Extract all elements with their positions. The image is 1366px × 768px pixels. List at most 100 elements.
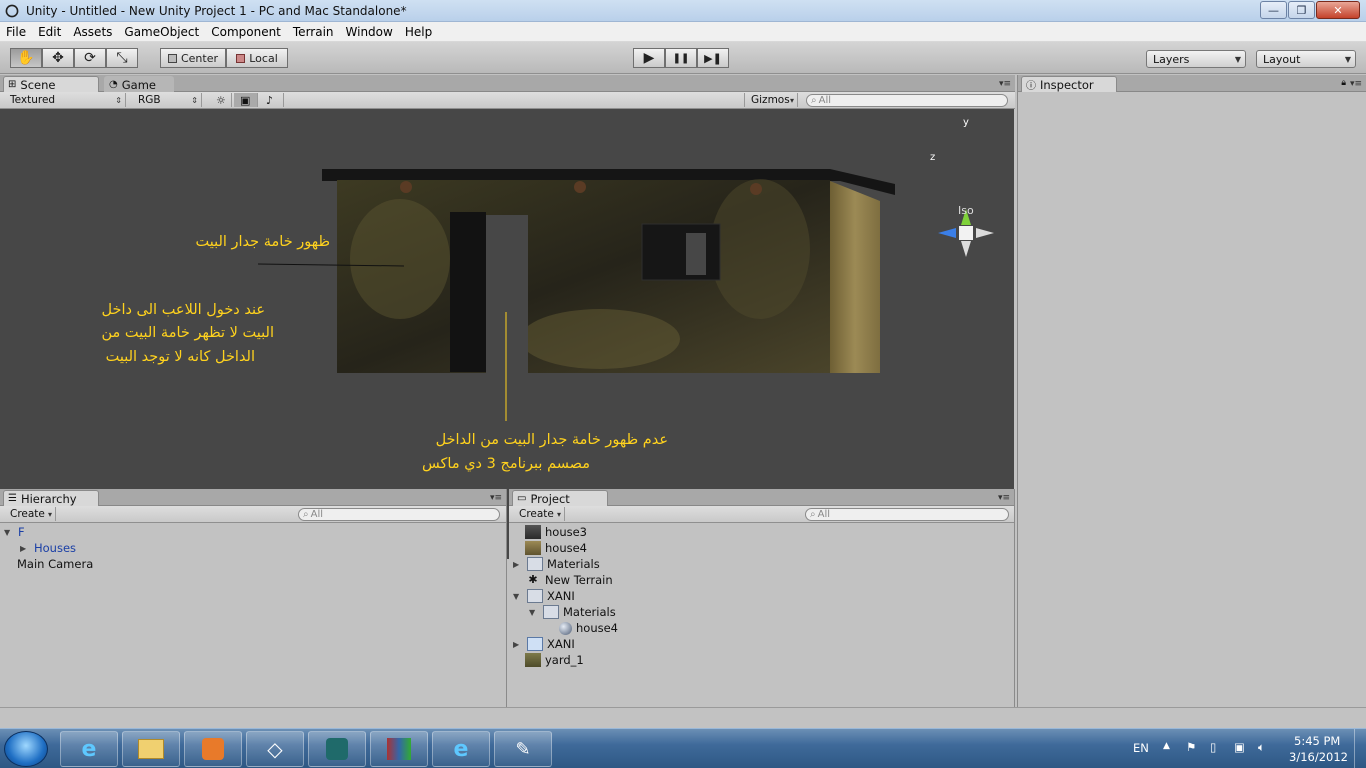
maximize-button[interactable]: ❐ (1288, 1, 1315, 19)
project-item[interactable]: ▼ XANI (513, 588, 575, 604)
wall-mark (750, 183, 762, 195)
close-button[interactable]: ✕ (1316, 1, 1360, 19)
tab-scene[interactable]: ⊞ Scene (3, 76, 99, 92)
project-item[interactable]: house3 (525, 524, 587, 540)
tab-game[interactable]: ◔ Game (104, 76, 174, 92)
render-mode-value: Textured (10, 94, 56, 106)
project-item-label: yard_1 (545, 653, 584, 667)
render-mode-dropdown[interactable]: Textured ⇕ (4, 93, 126, 107)
start-button[interactable] (4, 731, 48, 767)
taskbar-3dsmax-button[interactable] (308, 731, 366, 767)
layers-dropdown[interactable]: Layers ▼ (1146, 50, 1246, 68)
hierarchy-search-input[interactable]: ⌕ All (298, 508, 500, 521)
taskbar-ie-button[interactable]: e (60, 731, 118, 767)
hierarchy-create-dropdown[interactable]: Create ▾ (4, 507, 56, 521)
move-tool-button[interactable]: ✥ (42, 48, 74, 68)
winrar-icon (387, 738, 411, 760)
taskbar-media-button[interactable] (184, 731, 242, 767)
lock-icon[interactable]: 🔒︎ (1341, 78, 1346, 88)
clock-time[interactable]: 5:45 PM (1294, 734, 1340, 748)
scene-control-bar: Textured ⇕ RGB ⇕ ☼ ▣ ♪ Gizmos ▾ ⌕ All (0, 92, 1015, 109)
expanded-triangle-icon[interactable]: ▼ (529, 608, 539, 617)
menu-gameobject[interactable]: GameObject (118, 25, 205, 39)
project-item[interactable]: house4 (525, 540, 587, 556)
chevron-down-icon: ▾ (556, 509, 561, 519)
gizmo-z-label: z (930, 152, 936, 163)
menu-assets[interactable]: Assets (67, 25, 118, 39)
hand-icon: ✋ (17, 50, 35, 66)
hand-tool-button[interactable]: ✋ (10, 48, 42, 68)
project-item[interactable]: ▼ Materials (529, 604, 616, 620)
pivot-local-toggle[interactable]: Local (226, 48, 288, 68)
step-button[interactable]: ▶❚ (697, 48, 729, 68)
play-button[interactable]: ▶ (633, 48, 665, 68)
menu-window[interactable]: Window (340, 25, 399, 39)
project-item[interactable]: ✱ New Terrain (525, 572, 612, 588)
volume-icon[interactable]: 🔈︎ (1258, 740, 1265, 755)
tab-hierarchy[interactable]: ☰ Hierarchy (3, 490, 99, 506)
menu-edit[interactable]: Edit (32, 25, 67, 39)
local-label: Local (249, 51, 278, 65)
tree-item[interactable]: ▶ Houses (20, 540, 76, 556)
project-search-input[interactable]: ⌕ All (805, 508, 1009, 521)
device-icon[interactable]: ▯ (1210, 740, 1216, 754)
color-mode-dropdown[interactable]: RGB ⇕ (132, 93, 202, 107)
panel-menu-icon[interactable]: ▾≡ (998, 493, 1010, 503)
clock-date[interactable]: 3/16/2012 (1289, 750, 1348, 764)
project-item[interactable]: ▶ XANI (513, 636, 575, 652)
project-create-dropdown[interactable]: Create ▾ (513, 507, 565, 521)
taskbar-explorer-button[interactable] (122, 731, 180, 767)
tab-project[interactable]: ▭ Project (512, 490, 608, 506)
taskbar-winrar-button[interactable] (370, 731, 428, 767)
scene-tab-icon: ⊞ (8, 79, 17, 90)
minimize-button[interactable]: — (1260, 1, 1287, 19)
network-icon[interactable]: ▣ (1234, 740, 1245, 754)
gizmos-dropdown[interactable]: Gizmos ▾ (744, 93, 798, 107)
menu-component[interactable]: Component (205, 25, 287, 39)
tree-item[interactable]: Main Camera (17, 556, 93, 572)
hierarchy-toolbar: Create ▾ ⌕ All (0, 506, 506, 523)
collapsed-triangle-icon[interactable]: ▶ (513, 560, 523, 569)
menu-file[interactable]: File (0, 25, 32, 39)
folder-icon (138, 739, 164, 759)
gizmo-x-arrow (976, 228, 994, 238)
tree-item[interactable]: ▼ F (4, 524, 25, 540)
project-item[interactable]: ▶ Materials (513, 556, 600, 572)
windows-taskbar: e ◇ e ✎ EN ▲ ⚑ ▯ ▣ 🔈︎ 5:45 PM 3/16/2012 (0, 728, 1366, 768)
menu-terrain[interactable]: Terrain (287, 25, 340, 39)
rotate-tool-button[interactable]: ⟳ (74, 48, 106, 68)
projection-label[interactable]: Iso (958, 204, 974, 217)
taskbar-paint-button[interactable]: ✎ (494, 731, 552, 767)
lighting-toggle[interactable]: ☼ (210, 93, 232, 107)
layout-dropdown[interactable]: Layout ▼ (1256, 50, 1356, 68)
show-hidden-icons[interactable]: ▲ (1163, 741, 1170, 751)
show-desktop-button[interactable] (1354, 729, 1366, 768)
expanded-triangle-icon[interactable]: ▼ (4, 528, 14, 537)
flag-icon[interactable]: ⚑ (1186, 740, 1196, 754)
panel-menu-icon[interactable]: ▾≡ (999, 79, 1011, 89)
fx-toggle[interactable]: ▣ (234, 93, 258, 107)
scale-tool-button[interactable]: ⤡ (106, 48, 138, 68)
panel-menu-icon[interactable]: ▾≡ (1350, 79, 1362, 89)
collapsed-triangle-icon[interactable]: ▶ (20, 544, 30, 553)
project-tabstrip: ▭ Project ▾≡ (509, 489, 1014, 506)
pause-button[interactable]: ❚❚ (665, 48, 697, 68)
annotation-enter-house-line3: الداخل كانه لا توجد البيت (105, 349, 255, 365)
tab-inspector[interactable]: ⓘ Inspector (1021, 76, 1117, 92)
taskbar-ie2-button[interactable]: e (432, 731, 490, 767)
project-item[interactable]: house4 (559, 620, 618, 636)
house-doorway (486, 215, 528, 373)
panel-menu-icon[interactable]: ▾≡ (490, 493, 502, 503)
scene-search-input[interactable]: ⌕ All (806, 94, 1008, 107)
collapsed-triangle-icon[interactable]: ▶ (513, 640, 523, 649)
search-icon: ⌕ (810, 509, 816, 520)
audio-toggle[interactable]: ♪ (260, 93, 284, 107)
hierarchy-search-placeholder: All (310, 509, 324, 520)
pivot-center-toggle[interactable]: Center (160, 48, 226, 68)
taskbar-unity-button[interactable]: ◇ (246, 731, 304, 767)
language-indicator[interactable]: EN (1133, 741, 1149, 755)
menu-help[interactable]: Help (399, 25, 438, 39)
expanded-triangle-icon[interactable]: ▼ (513, 592, 523, 601)
wall-mark (574, 181, 586, 193)
project-item[interactable]: yard_1 (525, 652, 584, 668)
